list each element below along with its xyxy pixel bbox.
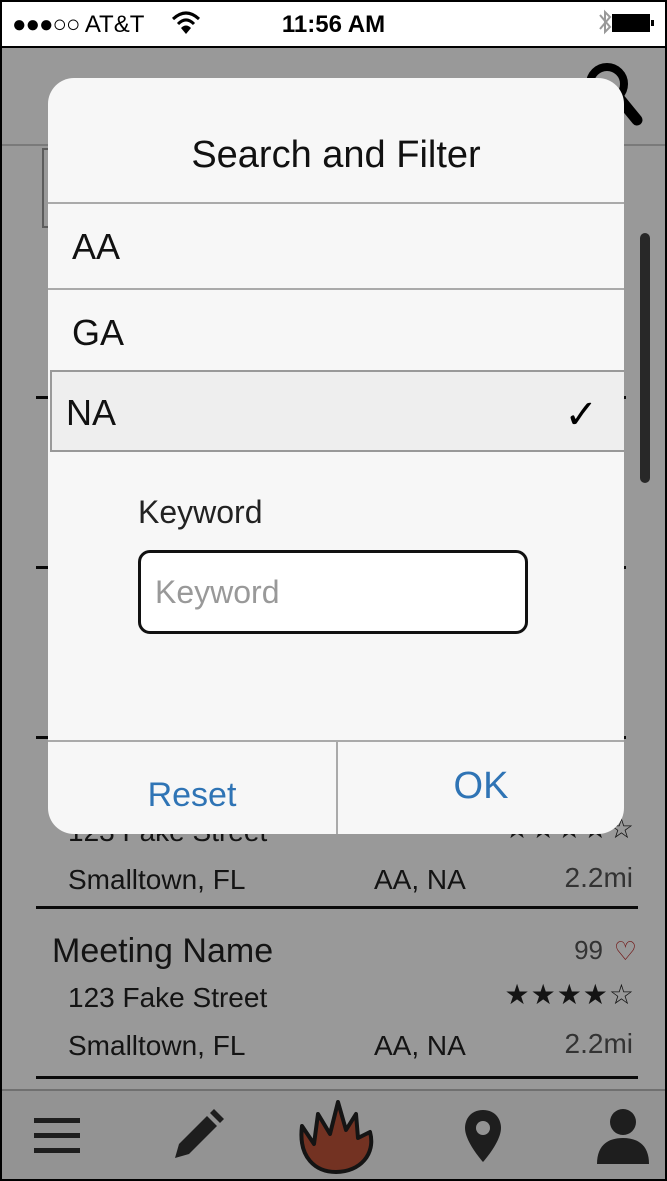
search-filter-dialog: Search and Filter AA GA NA ✓ Keyword Res… <box>48 78 624 834</box>
filter-option-na[interactable]: NA ✓ <box>50 370 624 452</box>
phone-screen: ●●●○○ AT&T 11:56 AM Smalltown, FL AA, NA… <box>0 0 667 1181</box>
dialog-title: Search and Filter <box>191 134 481 176</box>
filter-option-label: GA <box>72 312 125 353</box>
reset-button[interactable]: Reset <box>48 742 336 834</box>
filter-option-label: AA <box>72 226 121 267</box>
filter-option-ga[interactable]: GA <box>48 290 624 372</box>
bluetooth-icon <box>598 8 612 43</box>
filter-option-label: NA <box>66 392 117 433</box>
status-time: 11:56 AM <box>281 11 386 38</box>
ok-button[interactable]: OK <box>336 742 624 834</box>
checkmark-icon: ✓ <box>564 393 598 437</box>
status-bar: ●●●○○ AT&T 11:56 AM <box>2 2 665 48</box>
battery-icon <box>612 14 654 32</box>
keyword-input[interactable] <box>138 550 528 634</box>
filter-option-aa[interactable]: AA <box>48 204 624 286</box>
keyword-label: Keyword <box>138 494 263 530</box>
dialog-button-row: Reset OK <box>48 740 624 834</box>
